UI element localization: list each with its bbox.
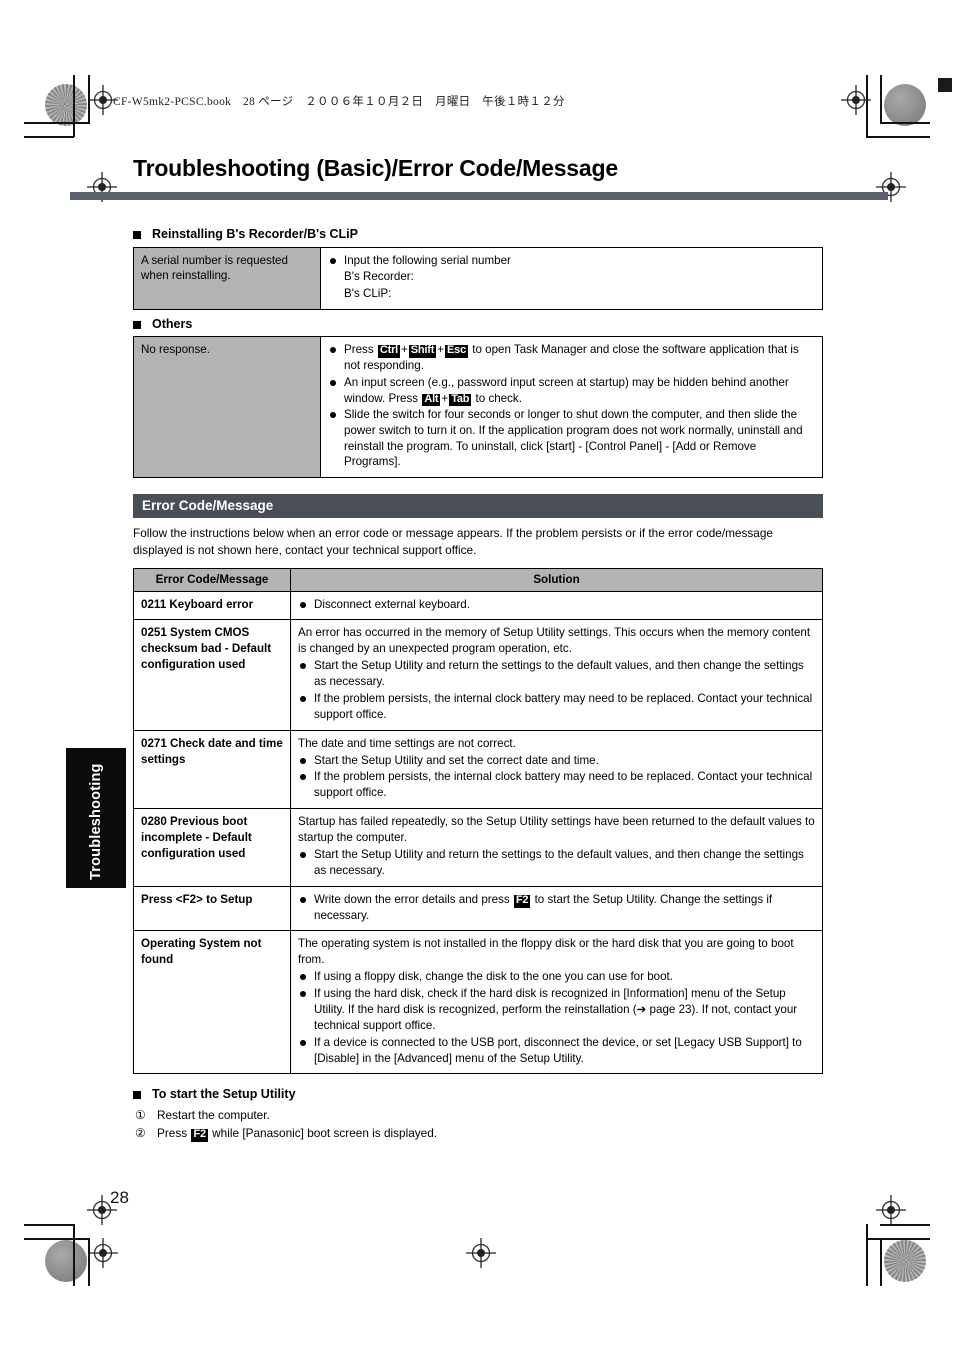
column-header-error-code: Error Code/Message <box>133 567 291 592</box>
content-column: Reinstalling B's Recorder/B's CLiP A ser… <box>133 227 823 1143</box>
reinstall-line-clip: B's CLiP: <box>344 287 392 301</box>
section-heading-reinstall-label: Reinstalling B's Recorder/B's CLiP <box>152 227 358 241</box>
solution-bullet-list: Disconnect external keyboard. <box>298 597 815 613</box>
page-number: 28 <box>110 1188 129 1207</box>
reinstall-table: A serial number is requested when reinst… <box>133 246 823 310</box>
section-bar-error-code: Error Code/Message <box>133 494 823 519</box>
solution-bullet-list: Write down the error details and press F… <box>298 892 815 924</box>
list-item: Input the following serial number <box>328 253 815 269</box>
reinstall-line-recorder: B's Recorder: <box>344 270 414 284</box>
solution-lead-text: Startup has failed repeatedly, so the Se… <box>298 815 815 845</box>
setup-utility-steps: ① Restart the computer. ② Press F2 while [P… <box>133 1107 823 1142</box>
section-heading-setup-utility: To start the Setup Utility <box>133 1088 823 1102</box>
bullet-square-icon <box>133 230 141 239</box>
others-symptom-cell: No response. <box>133 336 321 479</box>
keycap-tab: Tab <box>449 392 472 407</box>
book-file-header: CF-W5mk2-PCSC.book 28 ページ ２００６年１０月２日 月曜日… <box>113 96 565 108</box>
bullet-square-icon <box>133 320 141 329</box>
setup-step: ① Restart the computer. <box>133 1107 823 1125</box>
section-heading-reinstall: Reinstalling B's Recorder/B's CLiP <box>133 227 823 242</box>
list-item: If the problem persists, the internal cl… <box>298 769 815 801</box>
step-number: ② <box>135 1125 146 1140</box>
table-row: 0251 System CMOS checksum bad - Default … <box>133 619 823 731</box>
keycap-esc: Esc <box>445 344 469 359</box>
table-row: Operating System not found The operating … <box>133 930 823 1075</box>
list-item: If a device is connected to the USB port… <box>298 1035 815 1067</box>
error-table-head: Error Code/Message Solution <box>133 567 823 592</box>
table-row: No response. Press Ctrl + Shift + Esc to ope… <box>133 336 823 479</box>
error-code-cell: 0251 System CMOS checksum bad - Default … <box>133 619 291 731</box>
document-page: CF-W5mk2-PCSC.book 28 ページ ２００６年１０月２日 月曜日… <box>0 0 954 1351</box>
error-solution-cell: Startup has failed repeatedly, so the Se… <box>290 808 823 887</box>
list-item: If using the hard disk, check if the har… <box>298 986 815 1034</box>
table-row: Press <F2> to Setup Write down the error … <box>133 885 823 932</box>
solution-bullet-list: Start the Setup Utility and return the s… <box>298 847 815 879</box>
list-item: If using a floppy disk, change the disk … <box>298 969 815 985</box>
bullet-square-icon <box>133 1091 141 1100</box>
list-item: An input screen (e.g., password input sc… <box>328 375 815 407</box>
list-item: Disconnect external keyboard. <box>298 597 815 613</box>
table-row: 0280 Previous boot incomplete - Default … <box>133 808 823 887</box>
chapter-side-tab-label: Troubleshooting <box>88 763 104 880</box>
solution-bullet-list: If using a floppy disk, change the disk … <box>298 969 815 1066</box>
list-item: If the problem persists, the internal cl… <box>298 691 815 723</box>
title-rule <box>70 192 888 200</box>
error-code-cell: Operating System not found <box>133 930 291 1075</box>
chapter-side-tab: Troubleshooting <box>66 748 126 888</box>
solution-lead-text: The date and time settings are not corre… <box>298 736 516 750</box>
reinstall-symptom-cell: A serial number is requested when reinst… <box>133 246 321 310</box>
error-code-cell: 0280 Previous boot incomplete - Default … <box>133 808 291 887</box>
list-item: Start the Setup Utility and set the corr… <box>298 753 815 769</box>
reinstall-bullet-list: Input the following serial number <box>328 253 815 269</box>
step-number: ① <box>135 1108 146 1123</box>
solution-lead-text: The operating system is not installed in… <box>298 937 794 967</box>
solution-lead-text: An error has occurred in the memory of S… <box>298 626 811 656</box>
others-bullet-list: Press Ctrl + Shift + Esc to open Task Manage… <box>328 342 815 470</box>
keycap-ctrl: Ctrl <box>377 344 401 359</box>
section-heading-setup-utility-label: To start the Setup Utility <box>152 1087 296 1102</box>
keycap-f2: F2 <box>513 893 531 908</box>
error-solution-cell: The date and time settings are not corre… <box>290 729 823 810</box>
section-heading-others: Others <box>133 316 823 332</box>
section-heading-others-label: Others <box>152 316 193 331</box>
others-solution-cell: Press Ctrl + Shift + Esc to open Task Manage… <box>320 336 823 479</box>
setup-step: ② Press F2 while [Panasonic] boot screen … <box>133 1125 823 1143</box>
column-header-solution: Solution <box>290 567 823 592</box>
list-item: Write down the error details and press F… <box>298 892 815 924</box>
error-code-cell: 0211 Keyboard error <box>133 590 291 621</box>
error-section-intro: Follow the instructions below when an er… <box>133 526 773 557</box>
reinstall-plain-lines: B's Recorder: B's CLiP: <box>328 269 815 301</box>
keycap-alt: Alt <box>422 392 441 407</box>
reinstall-solution-cell: Input the following serial number B's Re… <box>320 246 823 310</box>
error-code-cell: Press <F2> to Setup <box>133 885 291 932</box>
keycap-f2: F2 <box>191 1127 208 1142</box>
error-solution-cell: Write down the error details and press F… <box>290 885 823 932</box>
error-table-body: 0211 Keyboard error Disconnect external k… <box>133 590 823 1075</box>
table-row: A serial number is requested when reinst… <box>133 246 823 310</box>
error-code-table: Error Code/Message Solution 0211 Keyboar… <box>133 567 823 1075</box>
error-solution-cell: The operating system is not installed in… <box>290 930 823 1075</box>
error-code-cell: 0271 Check date and time settings <box>133 729 291 810</box>
page-title: Troubleshooting (Basic)/Error Code/Messa… <box>133 155 618 181</box>
table-row: 0271 Check date and time settings The dat… <box>133 729 823 810</box>
solution-bullet-list: Start the Setup Utility and set the corr… <box>298 753 815 802</box>
list-item: Press Ctrl + Shift + Esc to open Task Manage… <box>328 342 815 374</box>
others-table: No response. Press Ctrl + Shift + Esc to ope… <box>133 336 823 479</box>
keycap-shift: Shift <box>408 344 437 359</box>
table-row: 0211 Keyboard error Disconnect external k… <box>133 590 823 621</box>
list-item: Start the Setup Utility and return the s… <box>298 847 815 879</box>
table-header-row: Error Code/Message Solution <box>133 567 823 592</box>
solution-bullet-list: Start the Setup Utility and return the s… <box>298 658 815 723</box>
list-item: Slide the switch for four seconds or lon… <box>328 407 815 470</box>
list-item: Start the Setup Utility and return the s… <box>298 658 815 690</box>
error-solution-cell: Disconnect external keyboard. <box>290 590 823 621</box>
error-solution-cell: An error has occurred in the memory of S… <box>290 619 823 731</box>
